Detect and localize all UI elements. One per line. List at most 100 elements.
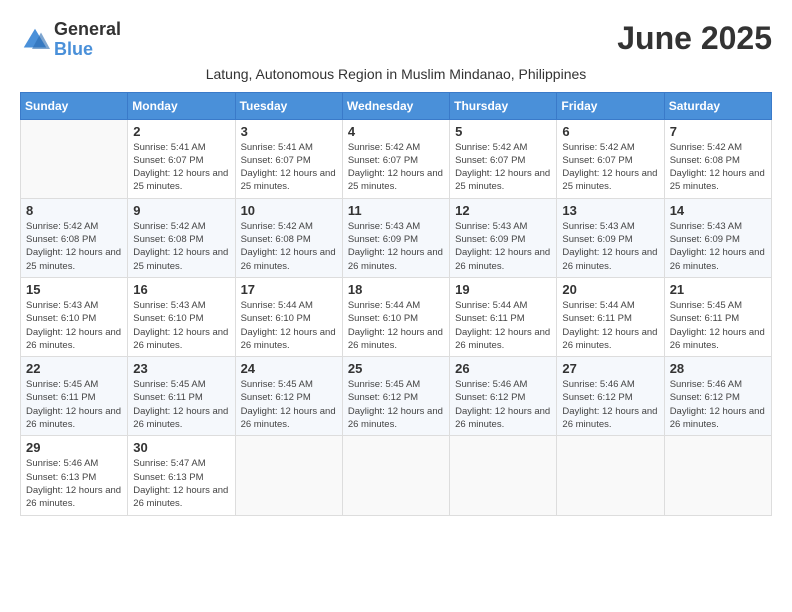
sunrise-text: Sunrise: 5:45 AM <box>241 378 337 391</box>
table-row: 29 Sunrise: 5:46 AM Sunset: 6:13 PM Dayl… <box>21 436 128 515</box>
day-info: Sunrise: 5:43 AM Sunset: 6:09 PM Dayligh… <box>348 220 444 273</box>
day-info: Sunrise: 5:43 AM Sunset: 6:09 PM Dayligh… <box>455 220 551 273</box>
daylight-text: Daylight: 12 hours and 26 minutes. <box>241 246 337 273</box>
table-row: 12 Sunrise: 5:43 AM Sunset: 6:09 PM Dayl… <box>450 198 557 277</box>
sunrise-text: Sunrise: 5:42 AM <box>26 220 122 233</box>
day-info: Sunrise: 5:44 AM Sunset: 6:11 PM Dayligh… <box>455 299 551 352</box>
sunrise-text: Sunrise: 5:42 AM <box>133 220 229 233</box>
day-info: Sunrise: 5:46 AM Sunset: 6:12 PM Dayligh… <box>670 378 766 431</box>
day-number: 3 <box>241 124 337 139</box>
day-info: Sunrise: 5:46 AM Sunset: 6:13 PM Dayligh… <box>26 457 122 510</box>
table-row <box>342 436 449 515</box>
calendar-table: Sunday Monday Tuesday Wednesday Thursday… <box>20 92 772 516</box>
day-info: Sunrise: 5:44 AM Sunset: 6:10 PM Dayligh… <box>241 299 337 352</box>
day-number: 13 <box>562 203 658 218</box>
sunset-text: Sunset: 6:09 PM <box>670 233 766 246</box>
day-info: Sunrise: 5:44 AM Sunset: 6:11 PM Dayligh… <box>562 299 658 352</box>
sunrise-text: Sunrise: 5:43 AM <box>26 299 122 312</box>
header-wednesday: Wednesday <box>342 92 449 119</box>
sunset-text: Sunset: 6:11 PM <box>26 391 122 404</box>
day-number: 5 <box>455 124 551 139</box>
sunrise-text: Sunrise: 5:42 AM <box>455 141 551 154</box>
day-info: Sunrise: 5:42 AM Sunset: 6:07 PM Dayligh… <box>562 141 658 194</box>
calendar-header-row: Sunday Monday Tuesday Wednesday Thursday… <box>21 92 772 119</box>
day-info: Sunrise: 5:43 AM Sunset: 6:10 PM Dayligh… <box>26 299 122 352</box>
sunset-text: Sunset: 6:12 PM <box>670 391 766 404</box>
table-row <box>235 436 342 515</box>
day-info: Sunrise: 5:41 AM Sunset: 6:07 PM Dayligh… <box>133 141 229 194</box>
table-row: 4 Sunrise: 5:42 AM Sunset: 6:07 PM Dayli… <box>342 119 449 198</box>
table-row: 10 Sunrise: 5:42 AM Sunset: 6:08 PM Dayl… <box>235 198 342 277</box>
day-number: 10 <box>241 203 337 218</box>
sunrise-text: Sunrise: 5:43 AM <box>670 220 766 233</box>
sunset-text: Sunset: 6:12 PM <box>562 391 658 404</box>
header-sunday: Sunday <box>21 92 128 119</box>
day-info: Sunrise: 5:45 AM Sunset: 6:12 PM Dayligh… <box>348 378 444 431</box>
sunset-text: Sunset: 6:07 PM <box>241 154 337 167</box>
table-row: 17 Sunrise: 5:44 AM Sunset: 6:10 PM Dayl… <box>235 277 342 356</box>
day-info: Sunrise: 5:45 AM Sunset: 6:12 PM Dayligh… <box>241 378 337 431</box>
day-number: 14 <box>670 203 766 218</box>
sunrise-text: Sunrise: 5:44 AM <box>562 299 658 312</box>
table-row: 5 Sunrise: 5:42 AM Sunset: 6:07 PM Dayli… <box>450 119 557 198</box>
table-row: 22 Sunrise: 5:45 AM Sunset: 6:11 PM Dayl… <box>21 357 128 436</box>
table-row: 19 Sunrise: 5:44 AM Sunset: 6:11 PM Dayl… <box>450 277 557 356</box>
sunset-text: Sunset: 6:07 PM <box>455 154 551 167</box>
day-number: 7 <box>670 124 766 139</box>
sunrise-text: Sunrise: 5:42 AM <box>241 220 337 233</box>
table-row: 30 Sunrise: 5:47 AM Sunset: 6:13 PM Dayl… <box>128 436 235 515</box>
daylight-text: Daylight: 12 hours and 25 minutes. <box>133 246 229 273</box>
sunset-text: Sunset: 6:08 PM <box>670 154 766 167</box>
sunset-text: Sunset: 6:08 PM <box>133 233 229 246</box>
sunrise-text: Sunrise: 5:41 AM <box>241 141 337 154</box>
daylight-text: Daylight: 12 hours and 26 minutes. <box>348 326 444 353</box>
table-row: 11 Sunrise: 5:43 AM Sunset: 6:09 PM Dayl… <box>342 198 449 277</box>
day-number: 26 <box>455 361 551 376</box>
table-row: 18 Sunrise: 5:44 AM Sunset: 6:10 PM Dayl… <box>342 277 449 356</box>
table-row: 23 Sunrise: 5:45 AM Sunset: 6:11 PM Dayl… <box>128 357 235 436</box>
sunrise-text: Sunrise: 5:42 AM <box>562 141 658 154</box>
day-number: 23 <box>133 361 229 376</box>
table-row: 28 Sunrise: 5:46 AM Sunset: 6:12 PM Dayl… <box>664 357 771 436</box>
sunset-text: Sunset: 6:11 PM <box>670 312 766 325</box>
daylight-text: Daylight: 12 hours and 25 minutes. <box>348 167 444 194</box>
daylight-text: Daylight: 12 hours and 26 minutes. <box>455 405 551 432</box>
sunset-text: Sunset: 6:10 PM <box>348 312 444 325</box>
sunset-text: Sunset: 6:07 PM <box>562 154 658 167</box>
table-row <box>557 436 664 515</box>
day-info: Sunrise: 5:41 AM Sunset: 6:07 PM Dayligh… <box>241 141 337 194</box>
sunset-text: Sunset: 6:12 PM <box>455 391 551 404</box>
day-info: Sunrise: 5:47 AM Sunset: 6:13 PM Dayligh… <box>133 457 229 510</box>
day-info: Sunrise: 5:45 AM Sunset: 6:11 PM Dayligh… <box>26 378 122 431</box>
table-row: 20 Sunrise: 5:44 AM Sunset: 6:11 PM Dayl… <box>557 277 664 356</box>
daylight-text: Daylight: 12 hours and 26 minutes. <box>241 405 337 432</box>
sunset-text: Sunset: 6:10 PM <box>241 312 337 325</box>
sunrise-text: Sunrise: 5:44 AM <box>348 299 444 312</box>
calendar-week-row: 15 Sunrise: 5:43 AM Sunset: 6:10 PM Dayl… <box>21 277 772 356</box>
day-number: 18 <box>348 282 444 297</box>
daylight-text: Daylight: 12 hours and 25 minutes. <box>455 167 551 194</box>
table-row: 16 Sunrise: 5:43 AM Sunset: 6:10 PM Dayl… <box>128 277 235 356</box>
table-row: 25 Sunrise: 5:45 AM Sunset: 6:12 PM Dayl… <box>342 357 449 436</box>
daylight-text: Daylight: 12 hours and 26 minutes. <box>348 405 444 432</box>
sunrise-text: Sunrise: 5:43 AM <box>348 220 444 233</box>
sunset-text: Sunset: 6:12 PM <box>348 391 444 404</box>
day-number: 9 <box>133 203 229 218</box>
sunset-text: Sunset: 6:09 PM <box>562 233 658 246</box>
table-row: 13 Sunrise: 5:43 AM Sunset: 6:09 PM Dayl… <box>557 198 664 277</box>
table-row: 7 Sunrise: 5:42 AM Sunset: 6:08 PM Dayli… <box>664 119 771 198</box>
day-info: Sunrise: 5:42 AM Sunset: 6:08 PM Dayligh… <box>670 141 766 194</box>
table-row: 2 Sunrise: 5:41 AM Sunset: 6:07 PM Dayli… <box>128 119 235 198</box>
header-saturday: Saturday <box>664 92 771 119</box>
daylight-text: Daylight: 12 hours and 26 minutes. <box>241 326 337 353</box>
header-tuesday: Tuesday <box>235 92 342 119</box>
day-info: Sunrise: 5:46 AM Sunset: 6:12 PM Dayligh… <box>455 378 551 431</box>
table-row: 27 Sunrise: 5:46 AM Sunset: 6:12 PM Dayl… <box>557 357 664 436</box>
sunset-text: Sunset: 6:11 PM <box>455 312 551 325</box>
daylight-text: Daylight: 12 hours and 26 minutes. <box>455 246 551 273</box>
day-info: Sunrise: 5:42 AM Sunset: 6:07 PM Dayligh… <box>348 141 444 194</box>
table-row <box>21 119 128 198</box>
sunrise-text: Sunrise: 5:42 AM <box>670 141 766 154</box>
day-number: 24 <box>241 361 337 376</box>
day-number: 12 <box>455 203 551 218</box>
